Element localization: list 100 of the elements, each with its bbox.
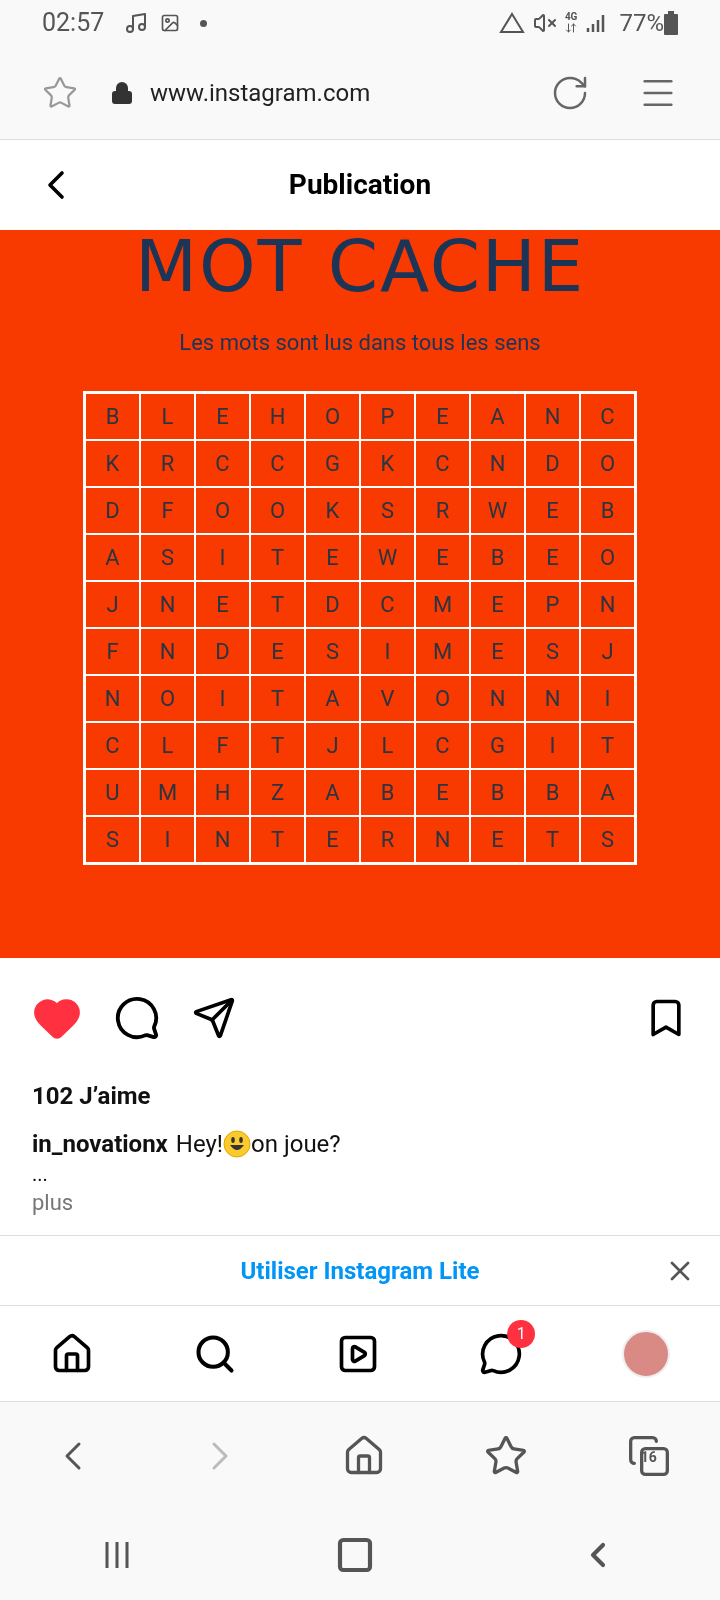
grid-letter: D [305,581,360,628]
grid-letter: N [140,628,195,675]
grid-letter: H [195,769,250,816]
grid-letter: S [360,487,415,534]
grid-letter: K [85,440,140,487]
caption-text: on joue? [251,1129,341,1160]
grid-letter: S [305,628,360,675]
grid-letter: C [415,722,470,769]
grid-letter: E [305,816,360,863]
grid-letter: N [525,393,580,440]
grid-letter: E [415,534,470,581]
grid-letter: O [250,487,305,534]
grid-letter: P [525,581,580,628]
grid-letter: J [580,628,635,675]
grid-letter: U [85,769,140,816]
grid-letter: O [580,534,635,581]
grid-letter: J [85,581,140,628]
grid-letter: T [250,816,305,863]
puzzle-title: MOT CACHE [135,230,585,302]
grid-letter: T [250,675,305,722]
more-link[interactable]: plus [32,1186,688,1219]
grid-letter: T [250,722,305,769]
grid-letter: O [140,675,195,722]
grid-letter: N [470,440,525,487]
grid-letter: O [305,393,360,440]
grid-letter: J [305,722,360,769]
grid-letter: W [470,487,525,534]
page-title: Publication [288,167,432,203]
grid-letter: G [470,722,525,769]
grid-letter: N [470,675,525,722]
grid-letter: S [85,816,140,863]
grid-letter: E [470,581,525,628]
grid-letter: K [360,440,415,487]
grid-letter: N [580,581,635,628]
grid-letter: M [415,581,470,628]
grid-letter: Z [250,769,305,816]
grid-letter: E [305,534,360,581]
username[interactable]: in_novationx [32,1126,168,1162]
grid-letter: I [195,534,250,581]
grid-letter: N [525,675,580,722]
caption-text: Hey! [175,1129,224,1160]
favorite-star-icon[interactable] [42,74,78,111]
grid-letter: C [250,440,305,487]
grid-letter: F [140,487,195,534]
grid-letter: E [415,393,470,440]
grid-letter: C [415,440,470,487]
grid-letter: S [140,534,195,581]
grid-letter: K [305,487,360,534]
battery-percent: 77% [619,8,664,39]
grid-letter: A [470,393,525,440]
grid-letter: D [85,487,140,534]
grid-letter: C [580,393,635,440]
lock-icon [110,80,134,105]
grid-letter: O [415,675,470,722]
grid-letter: E [525,534,580,581]
grid-letter: N [415,816,470,863]
grid-letter: T [580,722,635,769]
grid-letter: R [360,816,415,863]
grid-letter: B [580,487,635,534]
share-icon[interactable] [192,996,236,1040]
grid-letter: A [305,675,360,722]
grid-letter: T [250,534,305,581]
grid-letter: R [140,440,195,487]
grid-letter: E [195,393,250,440]
grid-letter: B [470,769,525,816]
caption-ellipsis: ... [32,1162,49,1186]
status-time: 02:57 [42,7,105,40]
grid-letter: S [525,628,580,675]
grid-letter: L [360,722,415,769]
grid-letter: R [415,487,470,534]
comment-icon[interactable] [114,995,160,1041]
grid-letter: C [195,440,250,487]
grid-letter: E [525,487,580,534]
grid-letter: A [305,769,360,816]
grid-letter: N [140,581,195,628]
grid-letter: E [415,769,470,816]
image-icon [160,13,181,33]
battery-icon [664,11,678,35]
grid-letter: N [195,816,250,863]
notification-badge: 1 [507,1319,536,1348]
grid-letter: W [360,534,415,581]
network-type: 4G [564,12,578,22]
smiley-icon [223,1130,252,1158]
grid-letter: O [580,440,635,487]
grid-letter: S [580,816,635,863]
grid-letter: B [470,534,525,581]
grid-letter: I [195,675,250,722]
tabs-button[interactable]: 16 [626,1433,671,1478]
grid-letter: I [360,628,415,675]
grid-letter: E [250,628,305,675]
grid-letter: L [140,393,195,440]
grid-letter: L [140,722,195,769]
grid-letter: A [85,534,140,581]
mute-icon [532,11,557,35]
url-text[interactable]: www.instagram.com [150,74,371,111]
grid-letter: I [525,722,580,769]
grid-letter: I [140,816,195,863]
grid-letter: H [250,393,305,440]
data-arrows-icon [565,22,578,34]
music-icon [124,11,149,35]
